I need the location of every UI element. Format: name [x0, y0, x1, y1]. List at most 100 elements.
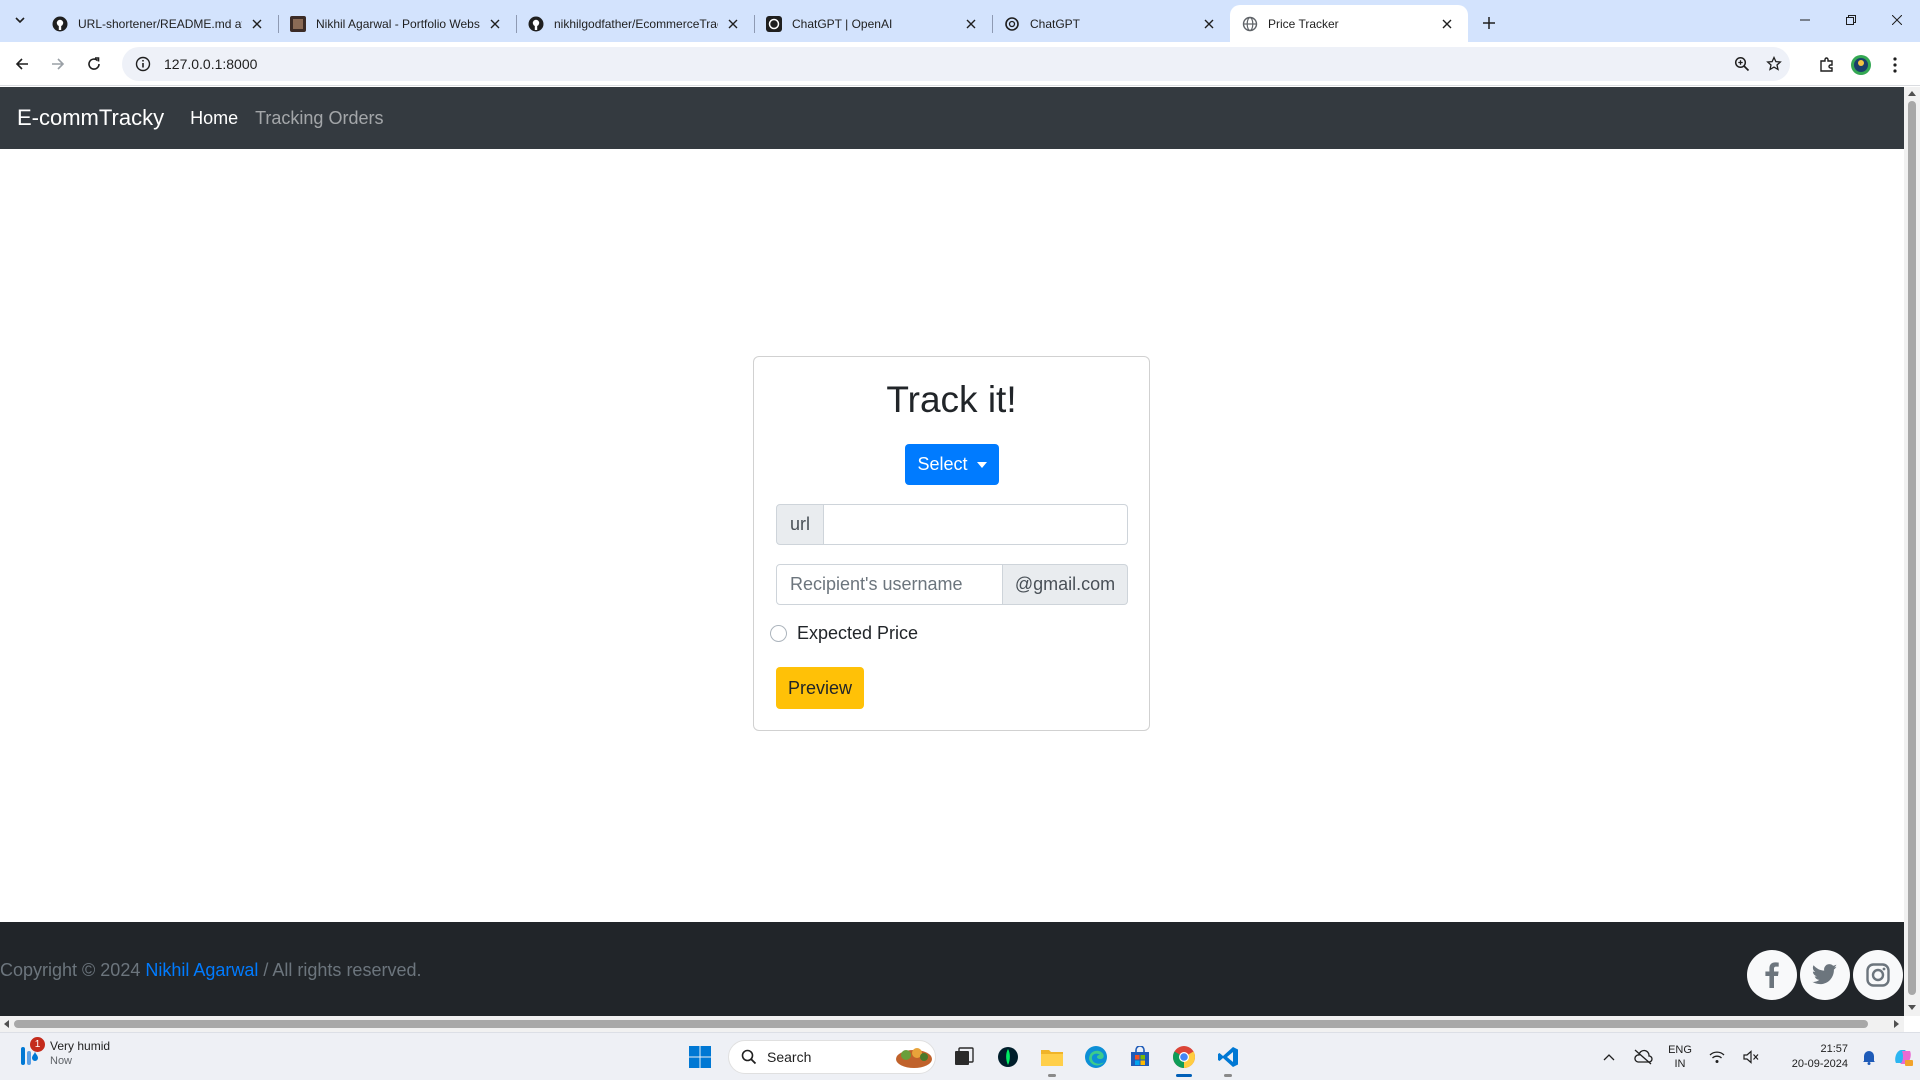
back-button[interactable]: [8, 50, 36, 78]
scroll-up-icon[interactable]: [1908, 91, 1916, 96]
vertical-scrollbar[interactable]: [1904, 87, 1920, 1016]
facebook-icon[interactable]: [1747, 950, 1797, 1000]
chevron-down-icon: [15, 17, 25, 24]
weather-time: Now: [50, 1055, 73, 1067]
close-icon[interactable]: [962, 15, 980, 33]
microsoft-store-icon[interactable]: [1118, 1037, 1162, 1077]
select-dropdown-button[interactable]: Select: [905, 444, 999, 485]
browser-tab[interactable]: ChatGPT: [992, 5, 1230, 42]
portfolio-favicon: [290, 15, 306, 32]
address-bar[interactable]: 127.0.0.1:8000: [122, 47, 1790, 81]
browser-tab[interactable]: nikhilgodfather/EcommerceTrac: [516, 5, 754, 42]
expected-price-radio[interactable]: [770, 625, 787, 642]
browser-menu-icon[interactable]: [1878, 48, 1912, 82]
restore-button[interactable]: [1828, 0, 1874, 40]
bookmark-star-icon[interactable]: [1758, 48, 1790, 80]
search-highlight-icon: [896, 1048, 932, 1068]
arrow-right-icon: [52, 58, 65, 70]
chevron-up-icon[interactable]: [1592, 1033, 1626, 1080]
scroll-down-icon[interactable]: [1908, 1005, 1916, 1010]
copyright-suffix: / All rights reserved.: [258, 960, 422, 980]
language-line-1: ENG: [1668, 1044, 1692, 1056]
taskbar-apps: Search: [678, 1037, 1250, 1077]
task-view-icon[interactable]: [942, 1037, 986, 1077]
clock-time: 21:57: [1820, 1043, 1848, 1055]
expected-price-label: Expected Price: [797, 623, 919, 643]
browser-tab[interactable]: ChatGPT | OpenAI: [754, 5, 992, 42]
arrow-left-icon: [15, 58, 28, 70]
navbar-brand[interactable]: E-commTracky: [17, 105, 164, 131]
copyright-text: Copyright © 2024 Nikhil Agarwal / All ri…: [0, 960, 421, 981]
scroll-right-icon[interactable]: [1894, 1020, 1899, 1028]
browser-tab[interactable]: URL-shortener/README.md at ·: [40, 5, 278, 42]
onedrive-offline-icon[interactable]: [1626, 1033, 1660, 1080]
nav-link-home[interactable]: Home: [190, 108, 238, 129]
address-text[interactable]: 127.0.0.1:8000: [164, 56, 257, 72]
site-info-icon[interactable]: [126, 47, 160, 81]
browser-tab-active[interactable]: Price Tracker: [1230, 5, 1468, 42]
notification-bell-icon[interactable]: [1852, 1033, 1886, 1080]
minimize-button[interactable]: [1782, 0, 1828, 40]
new-tab-button[interactable]: [1474, 8, 1504, 38]
tab-title: ChatGPT: [1030, 16, 1081, 31]
file-explorer-icon[interactable]: [1030, 1037, 1074, 1077]
taskbar-search-box[interactable]: Search: [728, 1040, 936, 1074]
preview-button[interactable]: Preview: [776, 667, 864, 709]
horizontal-scrollbar[interactable]: [0, 1016, 1904, 1032]
tab-title: ChatGPT | OpenAI: [792, 16, 893, 31]
taskbar-clock[interactable]: 21:57 20-09-2024: [1768, 1042, 1848, 1072]
wifi-icon[interactable]: [1700, 1033, 1734, 1080]
plus-icon: [1483, 17, 1495, 29]
weather-widget[interactable]: 1 Very humid Now: [16, 1037, 110, 1069]
nav-link-tracking-orders[interactable]: Tracking Orders: [255, 108, 383, 129]
language-line-2: IN: [1674, 1058, 1686, 1070]
email-input-group: Recipient's username @gmail.com: [776, 564, 1128, 605]
volume-muted-icon[interactable]: [1734, 1033, 1768, 1080]
copyright-prefix: Copyright © 2024: [0, 960, 146, 980]
close-window-button[interactable]: [1874, 0, 1920, 40]
zoom-icon[interactable]: [1726, 48, 1758, 80]
openai-icon: [1004, 16, 1020, 32]
close-icon[interactable]: [724, 15, 742, 33]
clock-date: 20-09-2024: [1791, 1058, 1848, 1070]
reload-icon: [88, 57, 100, 70]
horizontal-scroll-thumb[interactable]: [14, 1020, 1868, 1028]
twitter-icon[interactable]: [1800, 950, 1850, 1000]
vscode-icon[interactable]: [1206, 1037, 1250, 1077]
form-title: Track it!: [886, 379, 1017, 420]
language-indicator[interactable]: ENG IN: [1660, 1043, 1700, 1071]
close-icon[interactable]: [486, 15, 504, 33]
github-icon: [528, 16, 544, 32]
owner-link[interactable]: Nikhil Agarwal: [145, 960, 258, 980]
weather-icon: 1: [16, 1037, 45, 1067]
browser-tab[interactable]: Nikhil Agarwal - Portfolio Webs: [278, 5, 516, 42]
globe-icon: [1242, 16, 1258, 32]
url-input[interactable]: [824, 504, 1128, 545]
track-form-card: Track it! Select url Recipient's usernam…: [753, 356, 1150, 731]
vertical-scroll-thumb[interactable]: [1908, 101, 1916, 995]
extensions-icon[interactable]: [1810, 48, 1844, 82]
search-icon: [741, 1049, 757, 1065]
tab-search-button[interactable]: [8, 8, 32, 32]
forward-button[interactable]: [44, 50, 72, 78]
edge-icon[interactable]: [1074, 1037, 1118, 1077]
reload-button[interactable]: [80, 50, 108, 78]
recipient-username-input[interactable]: Recipient's username: [776, 564, 1003, 605]
mongodb-compass-icon[interactable]: [986, 1037, 1030, 1077]
email-suffix-addon: @gmail.com: [1003, 564, 1128, 605]
browser-toolbar: 127.0.0.1:8000: [0, 42, 1920, 86]
copilot-icon[interactable]: [1886, 1033, 1920, 1080]
close-icon[interactable]: [248, 15, 266, 33]
url-input-group: url: [776, 504, 1128, 545]
close-icon[interactable]: [1438, 15, 1456, 33]
windows-taskbar: 1 Very humid Now Search ENG IN 21:57 20-…: [0, 1032, 1920, 1080]
select-label: Select: [917, 454, 968, 474]
scroll-left-icon[interactable]: [4, 1020, 9, 1028]
profile-avatar[interactable]: [1844, 48, 1878, 82]
chrome-icon[interactable]: [1162, 1037, 1206, 1077]
instagram-icon[interactable]: [1853, 950, 1903, 1000]
expected-price-option[interactable]: Expected Price: [770, 623, 918, 644]
close-icon[interactable]: [1200, 15, 1218, 33]
system-tray: ENG IN 21:57 20-09-2024: [1592, 1033, 1920, 1080]
windows-start-icon[interactable]: [678, 1037, 722, 1077]
